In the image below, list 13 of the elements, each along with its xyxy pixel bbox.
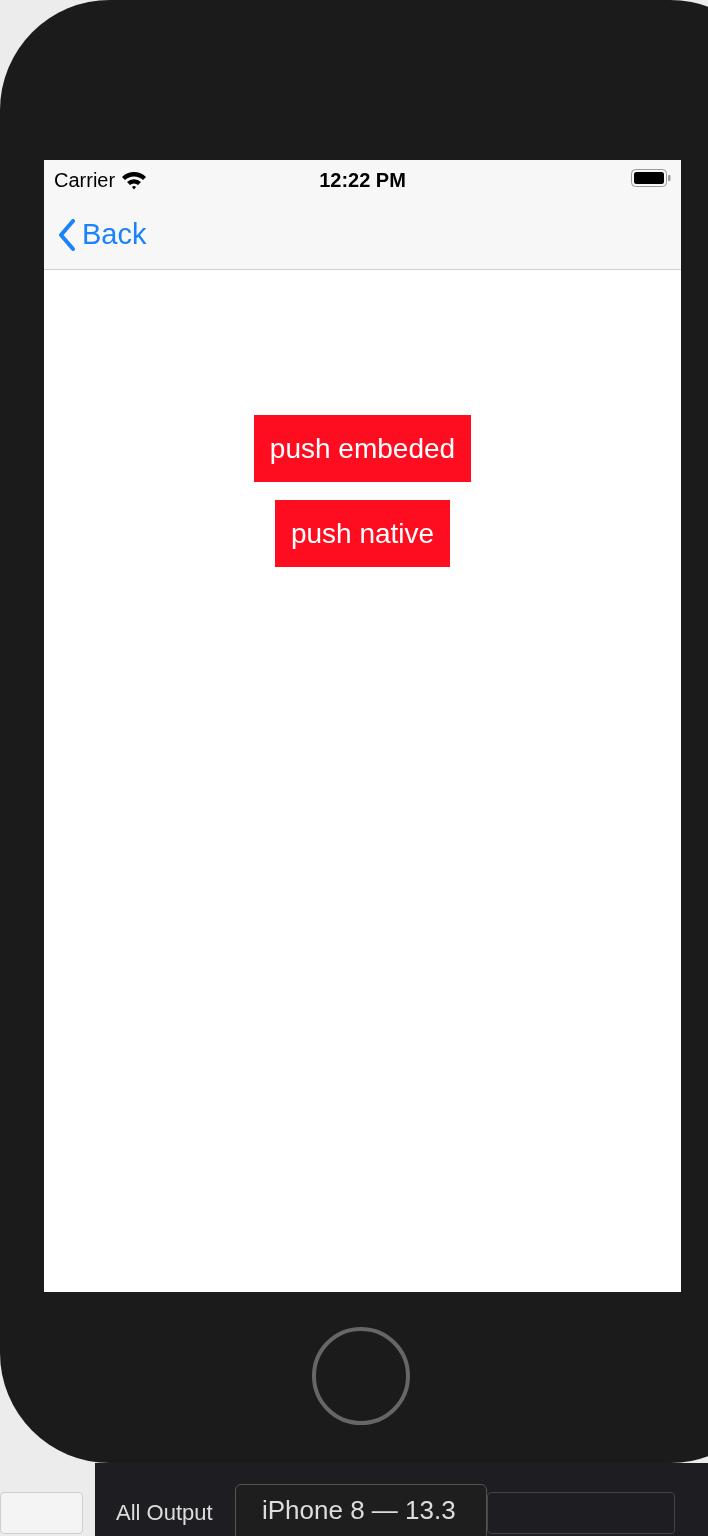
chevron-icon [58, 218, 76, 251]
filter-field[interactable] [487, 1492, 675, 1534]
battery-icon [631, 169, 671, 187]
search-field[interactable] [0, 1492, 83, 1534]
output-filter-label[interactable]: All Output [116, 1492, 236, 1534]
wifi-icon [121, 170, 148, 190]
back-button[interactable]: Back [58, 218, 147, 251]
clock-time: 12:22 PM [319, 168, 406, 192]
push-button[interactable]: push embeded [253, 415, 472, 482]
device-tooltip: iPhone 8 — 13.3 [235, 1484, 487, 1536]
push-button[interactable]: push native [274, 500, 451, 567]
home-button[interactable] [312, 1327, 410, 1425]
carrier-label: Carrier [54, 168, 116, 192]
